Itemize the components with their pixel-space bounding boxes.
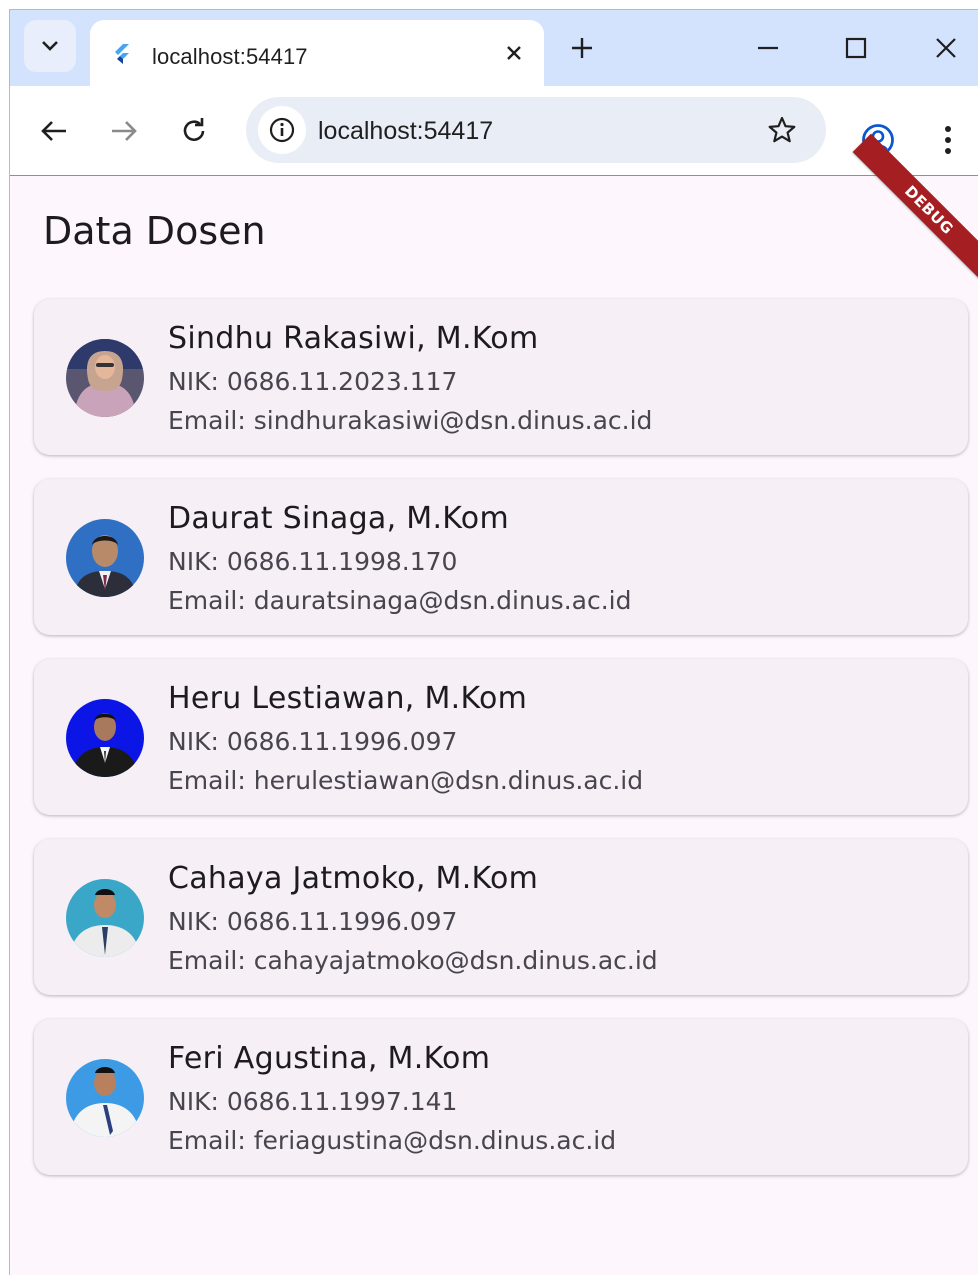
more-menu-icon[interactable] [936, 122, 960, 158]
lecturer-name: Daurat Sinaga, M.Kom [168, 501, 509, 536]
browser-toolbar: localhost:54417 [10, 86, 978, 176]
close-window-icon[interactable] [930, 32, 962, 64]
lecturer-email: Email: feriagustina@dsn.dinus.ac.id [168, 1126, 617, 1155]
avatar [66, 339, 144, 417]
lecturer-email: Email: dauratsinaga@dsn.dinus.ac.id [168, 586, 632, 615]
lecturer-name: Feri Agustina, M.Kom [168, 1041, 491, 1076]
lecturer-email: Email: herulestiawan@dsn.dinus.ac.id [168, 766, 644, 795]
tab-title: localhost:54417 [152, 44, 308, 69]
forward-icon[interactable] [107, 114, 141, 148]
app-content: Data Dosen DEBUG Sindhu Rakasiwi, M.Kom … [10, 133, 978, 1275]
chevron-down-icon [42, 41, 58, 51]
lecturer-nik: NIK: 0686.11.1996.097 [168, 907, 458, 936]
person-photo-icon [66, 519, 144, 597]
back-icon[interactable] [37, 114, 71, 148]
lecturer-card[interactable]: Cahaya Jatmoko, M.Kom NIK: 0686.11.1996.… [34, 839, 968, 995]
person-photo-icon [66, 1059, 144, 1137]
avatar [66, 1059, 144, 1137]
tab-close-icon[interactable] [502, 41, 526, 65]
tab-search-button[interactable] [24, 20, 76, 72]
page-title: Data Dosen [43, 209, 266, 253]
avatar [66, 699, 144, 777]
lecturer-nik: NIK: 0686.11.1998.170 [168, 547, 458, 576]
tab-strip: localhost:54417 [10, 10, 978, 86]
reload-icon[interactable] [177, 114, 211, 148]
lecturer-card[interactable]: Sindhu Rakasiwi, M.Kom NIK: 0686.11.2023… [34, 299, 968, 455]
lecturer-email: Email: cahayajatmoko@dsn.dinus.ac.id [168, 946, 658, 975]
address-bar[interactable]: localhost:54417 [246, 97, 826, 163]
lecturer-name: Sindhu Rakasiwi, M.Kom [168, 321, 539, 356]
browser-window: localhost:54417 localhost:54417 Data Dos… [9, 9, 978, 1275]
site-info-icon[interactable] [258, 106, 306, 154]
flutter-icon [115, 44, 129, 64]
lecturer-card[interactable]: Heru Lestiawan, M.Kom NIK: 0686.11.1996.… [34, 659, 968, 815]
lecturer-name: Cahaya Jatmoko, M.Kom [168, 861, 539, 896]
lecturer-nik: NIK: 0686.11.1997.141 [168, 1087, 458, 1116]
minimize-icon[interactable] [752, 32, 784, 64]
lecturer-nik: NIK: 0686.11.2023.117 [168, 367, 458, 396]
tab-active[interactable]: localhost:54417 [90, 20, 544, 86]
lecturer-name: Heru Lestiawan, M.Kom [168, 681, 528, 716]
lecturer-list: Sindhu Rakasiwi, M.Kom NIK: 0686.11.2023… [34, 299, 968, 1199]
avatar [66, 879, 144, 957]
avatar [66, 519, 144, 597]
lecturer-card[interactable]: Daurat Sinaga, M.Kom NIK: 0686.11.1998.1… [34, 479, 968, 635]
new-tab-icon[interactable] [568, 34, 596, 62]
lecturer-email: Email: sindhurakasiwi@dsn.dinus.ac.id [168, 406, 653, 435]
maximize-icon[interactable] [840, 32, 872, 64]
lecturer-nik: NIK: 0686.11.1996.097 [168, 727, 458, 756]
url-text: localhost:54417 [318, 117, 494, 145]
person-photo-icon [66, 339, 144, 417]
person-photo-icon [66, 699, 144, 777]
lecturer-card[interactable]: Feri Agustina, M.Kom NIK: 0686.11.1997.1… [34, 1019, 968, 1175]
bookmark-star-icon[interactable] [766, 114, 798, 146]
person-photo-icon [66, 879, 144, 957]
